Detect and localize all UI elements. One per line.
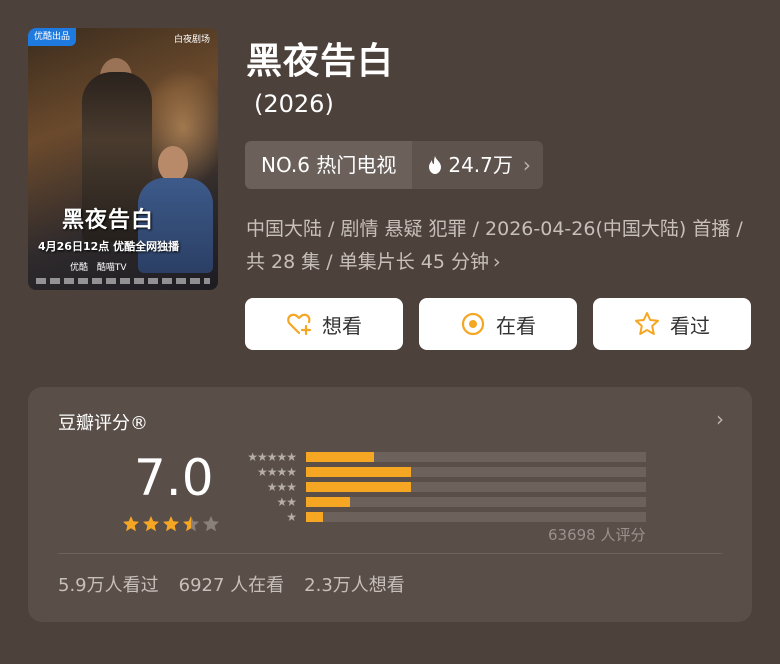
rank-label: NO.6 热门电视 xyxy=(245,141,413,189)
distribution-row: ★★★★ xyxy=(240,464,660,479)
poster-title: 黑夜告白 xyxy=(62,207,155,233)
fire-icon xyxy=(429,156,442,174)
want-to-watch-button[interactable]: 想看 xyxy=(245,298,403,350)
rating-votes[interactable]: 63698 人评分 xyxy=(548,524,646,545)
distribution-row: ★★★ xyxy=(240,479,660,494)
watch-stats: 5.9万人看过 6927 人在看 2.3万人想看 xyxy=(58,571,405,597)
heat-value-area[interactable]: 24.7万 › xyxy=(412,141,543,189)
distribution-row: ★★★★★ xyxy=(240,449,660,464)
poster-badge: 优酷出品 xyxy=(28,28,77,46)
distribution-bar xyxy=(306,511,323,522)
watched-label: 看过 xyxy=(670,313,710,338)
distribution-bar xyxy=(306,451,374,462)
rating-star-icon xyxy=(183,516,199,532)
watching-button[interactable]: 在看 xyxy=(419,298,577,350)
poster-figure-head xyxy=(158,146,188,182)
target-icon xyxy=(461,312,485,336)
poster-brand: 白夜剧场 xyxy=(173,35,210,45)
poster-platform: 酷喵TV xyxy=(96,263,127,273)
watched-count[interactable]: 5.9万人看过 xyxy=(58,571,159,597)
watched-button[interactable]: 看过 xyxy=(593,298,751,350)
chevron-right-icon: › xyxy=(522,153,531,177)
star-level-icons: ★★★★ xyxy=(256,464,297,479)
chevron-right-icon[interactable]: › xyxy=(716,407,724,431)
release-year: (2026) xyxy=(254,90,334,118)
watching-count[interactable]: 6927 人在看 xyxy=(179,571,285,597)
rating-card[interactable]: 豆瓣评分® › 7.0 ★★★★★ ★★★★ ★★★ ★★ ★ 63698 人评分 5.… xyxy=(28,387,752,622)
want-to-watch-label: 想看 xyxy=(322,313,362,338)
rating-label: 豆瓣评分® xyxy=(58,413,148,434)
poster-image[interactable]: 优酷出品 白夜剧场 黑夜告白 4月26日12点 优酷全网独播 优酷 酷喵TV xyxy=(28,28,218,290)
distribution-track xyxy=(306,481,646,492)
star-level-icons: ★★ xyxy=(276,494,297,509)
star-outline-icon xyxy=(635,312,659,335)
distribution-row: ★★ xyxy=(240,494,660,509)
rating-star-icon xyxy=(163,516,179,532)
distribution-track xyxy=(306,466,646,477)
heat-value: 24.7万 xyxy=(448,153,513,177)
distribution-row: ★ xyxy=(240,509,660,524)
rating-distribution: ★★★★★ ★★★★ ★★★ ★★ ★ xyxy=(240,449,660,524)
star-level-icons: ★★★★★ xyxy=(247,449,297,464)
distribution-bar xyxy=(306,496,351,507)
rank-pill[interactable]: NO.6 热门电视 24.7万 › xyxy=(245,141,543,189)
distribution-bar xyxy=(306,466,412,477)
poster-platform: 优酷 xyxy=(70,263,89,273)
star-level-icons: ★★★ xyxy=(266,479,297,494)
distribution-track xyxy=(306,496,646,507)
poster-platforms: 优酷 酷喵TV xyxy=(70,260,133,273)
chevron-right-icon: › xyxy=(493,251,501,273)
heart-plus-icon xyxy=(287,313,312,336)
rating-star-icon xyxy=(143,516,159,532)
page-title: 黑夜告白 xyxy=(246,41,395,82)
distribution-track xyxy=(306,511,646,522)
poster-date-line: 4月26日12点 优酷全网独播 xyxy=(38,240,180,253)
distribution-bar xyxy=(306,481,412,492)
rating-star-icon xyxy=(203,516,219,532)
distribution-track xyxy=(306,451,646,462)
star-level-icons: ★ xyxy=(286,509,297,524)
divider xyxy=(58,553,722,554)
poster-footnote xyxy=(36,278,210,284)
show-meta[interactable]: 中国大陆 / 剧情 悬疑 犯罪 / 2026-04-26(中国大陆) 首播 / … xyxy=(246,213,766,279)
watching-label: 在看 xyxy=(496,313,536,338)
rating-star-icon xyxy=(123,516,139,532)
want-count[interactable]: 2.3万人想看 xyxy=(304,571,405,597)
rating-stars xyxy=(122,515,220,533)
rating-score: 7.0 xyxy=(134,449,214,507)
